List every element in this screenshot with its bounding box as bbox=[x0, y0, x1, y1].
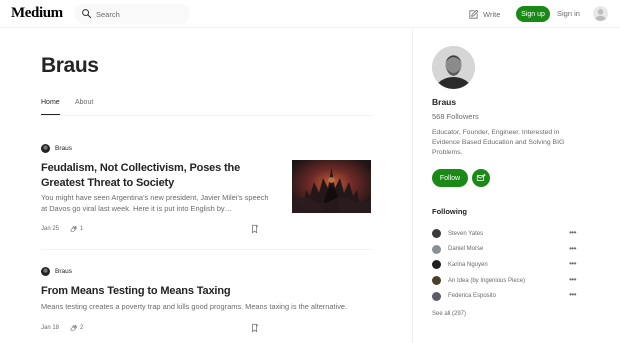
profile-bio: Educator, Founder, Engineer. Interested … bbox=[432, 129, 565, 156]
article-author[interactable]: Braus bbox=[41, 142, 72, 154]
clap-count: 2 bbox=[69, 324, 83, 333]
profile-photo[interactable] bbox=[432, 46, 475, 89]
article-title[interactable]: Feudalism, Not Collectivism, Poses the G… bbox=[41, 161, 271, 190]
following-heading: Following bbox=[432, 207, 467, 216]
author-avatar bbox=[41, 266, 50, 276]
page-title: Braus bbox=[41, 54, 99, 77]
clap-number: 2 bbox=[80, 325, 84, 331]
article-author[interactable]: Braus bbox=[41, 265, 72, 277]
following-item[interactable]: Federica Esposito ••• bbox=[432, 288, 578, 304]
more-options-icon[interactable]: ••• bbox=[569, 275, 576, 284]
subscribe-mail-icon bbox=[476, 173, 486, 181]
article-meta: Jan 18 2 bbox=[41, 323, 83, 333]
article-card: Braus Feudalism, Not Collectivism, Poses… bbox=[41, 142, 372, 250]
following-avatar bbox=[432, 260, 441, 270]
clap-count: 1 bbox=[69, 225, 83, 234]
following-avatar bbox=[432, 291, 441, 301]
follow-button[interactable]: Follow bbox=[432, 169, 468, 187]
article-title[interactable]: From Means Testing to Means Taxing bbox=[41, 284, 361, 299]
following-name: Steven Yates bbox=[448, 230, 484, 237]
tab-home[interactable]: Home bbox=[41, 99, 60, 106]
following-name: Karina Nguyen bbox=[448, 261, 488, 268]
more-options-icon[interactable]: ••• bbox=[569, 244, 576, 253]
subscribe-button[interactable] bbox=[472, 169, 490, 187]
article-date: Jan 18 bbox=[41, 325, 60, 331]
clap-icon bbox=[70, 225, 77, 232]
clap-number: 1 bbox=[80, 226, 84, 232]
following-name: An Idea (by Ingenious Piece) bbox=[448, 277, 526, 284]
article-subtitle[interactable]: You might have seen Argentina’s new pres… bbox=[41, 193, 273, 214]
profile-tabs: Home About bbox=[41, 94, 372, 116]
search-icon bbox=[82, 9, 92, 19]
follower-count[interactable]: 568 Followers bbox=[432, 112, 479, 121]
following-list: Steven Yates ••• Daniel Morse ••• Karina Ngu… bbox=[432, 226, 578, 304]
write-label: Write bbox=[483, 9, 501, 19]
author-avatar bbox=[41, 143, 50, 153]
following-avatar bbox=[432, 229, 441, 239]
sign-in-link[interactable]: Sign in bbox=[557, 9, 580, 18]
sidebar-divider bbox=[412, 28, 413, 343]
sign-up-button[interactable]: Sign up bbox=[516, 6, 550, 22]
clap-icon bbox=[70, 324, 77, 331]
following-avatar bbox=[432, 276, 441, 286]
user-avatar-icon[interactable] bbox=[593, 6, 608, 21]
article-card: Braus From Means Testing to Means Taxing… bbox=[41, 265, 372, 343]
more-options-icon[interactable]: ••• bbox=[569, 259, 576, 268]
write-button[interactable]: Write bbox=[468, 8, 500, 20]
following-item[interactable]: Steven Yates ••• bbox=[432, 226, 578, 242]
article-subtitle[interactable]: Means testing creates a poverty trap and… bbox=[41, 302, 366, 313]
search-box[interactable] bbox=[74, 4, 190, 24]
more-options-icon[interactable]: ••• bbox=[569, 290, 576, 299]
tab-about[interactable]: About bbox=[75, 99, 93, 106]
write-icon bbox=[469, 9, 479, 19]
following-avatar bbox=[432, 244, 441, 254]
following-item[interactable]: An Idea (by Ingenious Piece) ••• bbox=[432, 273, 578, 289]
search-input[interactable] bbox=[96, 4, 186, 24]
top-bar: Medium Write Sign up Sign in bbox=[0, 0, 620, 28]
following-name: Daniel Morse bbox=[448, 246, 484, 253]
following-name: Federica Esposito bbox=[448, 293, 497, 300]
author-name: Braus bbox=[55, 144, 72, 152]
following-item[interactable]: Karina Nguyen ••• bbox=[432, 257, 578, 273]
following-item[interactable]: Daniel Morse ••• bbox=[432, 242, 578, 258]
more-options-icon[interactable]: ••• bbox=[569, 228, 576, 237]
medium-logo[interactable]: Medium bbox=[11, 5, 63, 22]
article-thumbnail[interactable] bbox=[292, 160, 371, 213]
author-name: Braus bbox=[55, 267, 72, 275]
bookmark-icon[interactable] bbox=[250, 323, 260, 333]
active-tab-indicator bbox=[41, 114, 60, 115]
see-all-link[interactable]: See all (297) bbox=[432, 311, 466, 317]
profile-name: Braus bbox=[432, 97, 457, 107]
article-date: Jan 25 bbox=[41, 226, 60, 232]
bookmark-icon[interactable] bbox=[250, 224, 260, 234]
article-meta: Jan 25 1 bbox=[41, 224, 83, 234]
